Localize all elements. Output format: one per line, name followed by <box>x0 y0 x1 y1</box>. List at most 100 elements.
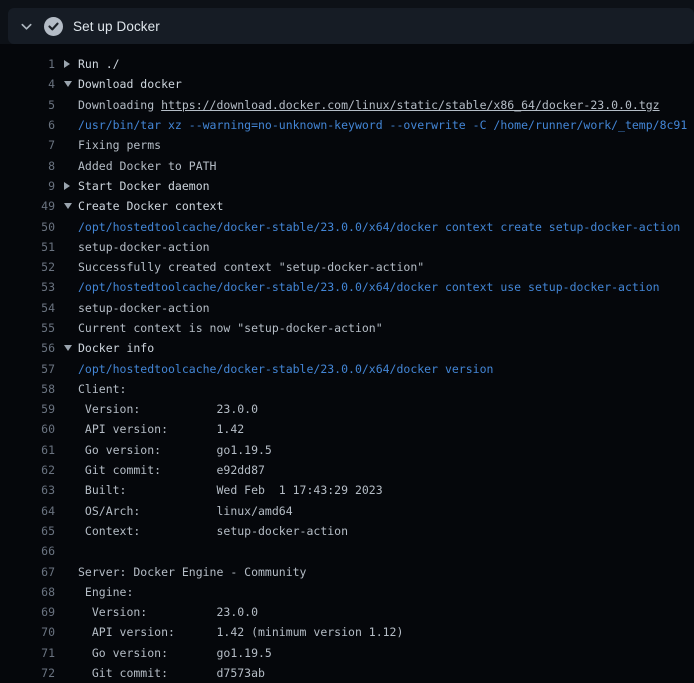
line-number[interactable]: 63 <box>0 483 55 497</box>
log-line: 65 Context: setup-docker-action <box>0 521 694 541</box>
log-text: Git commit: e92dd87 <box>78 463 265 477</box>
log-group-row[interactable]: 49Create Docker context <box>0 196 694 216</box>
log-line: 50/opt/hostedtoolcache/docker-stable/23.… <box>0 216 694 236</box>
log-group-row[interactable]: 4 Download docker <box>0 74 694 94</box>
log-text: Client: <box>78 382 126 396</box>
line-number[interactable]: 67 <box>0 565 55 579</box>
chevron-right-icon[interactable] <box>55 182 78 190</box>
log-line: 52 Successfully created context "setup-do… <box>0 257 694 277</box>
log-line: 64 OS/Arch: linux/amd64 <box>0 501 694 521</box>
step-header[interactable]: Set up Docker <box>8 8 694 44</box>
line-number[interactable]: 50 <box>0 220 55 234</box>
log-text: Fixing perms <box>78 138 161 152</box>
line-number[interactable]: 52 <box>0 260 55 274</box>
log-line: 54 setup-docker-action <box>0 298 694 318</box>
line-number[interactable]: 62 <box>0 463 55 477</box>
chevron-down-icon[interactable] <box>55 203 78 209</box>
step-title: Set up Docker <box>73 19 160 34</box>
line-number[interactable]: 68 <box>0 585 55 599</box>
line-number[interactable]: 1 <box>0 57 55 71</box>
line-number[interactable]: 58 <box>0 382 55 396</box>
log-line: 67 Server: Docker Engine - Community <box>0 561 694 581</box>
log-text: Successfully created context "setup-dock… <box>78 260 424 274</box>
log-group-row[interactable]: 56 Docker info <box>0 338 694 358</box>
log-text: Go version: go1.19.5 <box>78 443 272 457</box>
log-text: Version: 23.0.0 <box>78 402 258 416</box>
line-number[interactable]: 71 <box>0 646 55 660</box>
line-number[interactable]: 54 <box>0 301 55 315</box>
line-number[interactable]: 8 <box>0 159 55 173</box>
line-number[interactable]: 6 <box>0 118 55 132</box>
log-container: 1 Run ./ 4 Download docker 5 Downloading http… <box>0 44 694 683</box>
log-text: Server: Docker Engine - Community <box>78 565 306 579</box>
log-line: 55 Current context is now "setup-docker-a… <box>0 318 694 338</box>
log-line: 62 Git commit: e92dd87 <box>0 460 694 480</box>
line-number[interactable]: 57 <box>0 362 55 376</box>
chevron-down-icon[interactable] <box>55 345 78 351</box>
line-number[interactable]: 53 <box>0 280 55 294</box>
log-command-text: /opt/hostedtoolcache/docker-stable/23.0.… <box>78 280 660 294</box>
log-text: Run ./ <box>78 57 120 71</box>
log-line: 6/usr/bin/tar xz --warning=no-unknown-ke… <box>0 115 694 135</box>
log-text: Go version: go1.19.5 <box>78 646 272 660</box>
log-text: Version: 23.0.0 <box>78 605 258 619</box>
line-number[interactable]: 55 <box>0 321 55 335</box>
line-number[interactable]: 70 <box>0 625 55 639</box>
line-number[interactable]: 5 <box>0 98 55 112</box>
log-line: 8Added Docker to PATH <box>0 155 694 175</box>
log-line: 53/opt/hostedtoolcache/docker-stable/23.… <box>0 277 694 297</box>
log-line: 69 Version: 23.0.0 <box>0 602 694 622</box>
log-line: 70 API version: 1.42 (minimum version 1.… <box>0 622 694 642</box>
log-line: 71 Go version: go1.19.5 <box>0 643 694 663</box>
line-number[interactable]: 7 <box>0 138 55 152</box>
log-text: Git commit: d7573ab <box>78 666 265 680</box>
line-number[interactable]: 66 <box>0 544 55 558</box>
log-text: setup-docker-action <box>78 301 210 315</box>
log-command-text: /usr/bin/tar xz --warning=no-unknown-key… <box>78 118 687 132</box>
log-line: 66 <box>0 541 694 561</box>
line-number[interactable]: 65 <box>0 524 55 538</box>
log-line: 58 Client: <box>0 379 694 399</box>
line-number[interactable]: 56 <box>0 341 55 355</box>
log-text: Download docker <box>78 77 182 91</box>
log-group-row[interactable]: 1 Run ./ <box>0 54 694 74</box>
log-line: 68 Engine: <box>0 582 694 602</box>
chevron-down-icon[interactable] <box>55 81 78 87</box>
line-number[interactable]: 9 <box>0 179 55 193</box>
log-text: Downloading https://download.docker.com/… <box>78 98 660 112</box>
log-text: API version: 1.42 (minimum version 1.12) <box>78 625 403 639</box>
line-number[interactable]: 61 <box>0 443 55 457</box>
line-number[interactable]: 59 <box>0 402 55 416</box>
log-line: 63 Built: Wed Feb 1 17:43:29 2023 <box>0 480 694 500</box>
log-text: Current context is now "setup-docker-act… <box>78 321 383 335</box>
chevron-down-icon[interactable] <box>18 18 34 34</box>
log-text: API version: 1.42 <box>78 422 244 436</box>
log-text: Docker info <box>78 341 154 355</box>
log-text: setup-docker-action <box>78 240 210 254</box>
log-line: 7 Fixing perms <box>0 135 694 155</box>
log-line: 57/opt/hostedtoolcache/docker-stable/23.… <box>0 358 694 378</box>
log-text-segment: Downloading <box>78 98 161 112</box>
chevron-right-icon[interactable] <box>55 60 78 68</box>
workflow-log-page: Set up Docker 1 Run ./ 4 Download docker 5 Do… <box>0 0 694 683</box>
line-number[interactable]: 49 <box>0 199 55 213</box>
line-number[interactable]: 69 <box>0 605 55 619</box>
log-line: 60 API version: 1.42 <box>0 419 694 439</box>
line-number[interactable]: 60 <box>0 422 55 436</box>
log-line: 51 setup-docker-action <box>0 237 694 257</box>
log-link[interactable]: https://download.docker.com/linux/static… <box>161 98 660 112</box>
log-command-text: /opt/hostedtoolcache/docker-stable/23.0.… <box>78 362 493 376</box>
line-number[interactable]: 4 <box>0 77 55 91</box>
line-number[interactable]: 64 <box>0 504 55 518</box>
line-number[interactable]: 51 <box>0 240 55 254</box>
log-line: 5 Downloading https://download.docker.com… <box>0 95 694 115</box>
line-number[interactable]: 72 <box>0 666 55 680</box>
log-line: 72 Git commit: d7573ab <box>0 663 694 683</box>
log-text: Engine: <box>78 585 133 599</box>
log-command-text: /opt/hostedtoolcache/docker-stable/23.0.… <box>78 220 680 234</box>
check-circle-icon <box>44 17 63 36</box>
log-text: Built: Wed Feb 1 17:43:29 2023 <box>78 483 383 497</box>
log-text: Start Docker daemon <box>78 179 210 193</box>
log-group-row[interactable]: 9 Start Docker daemon <box>0 176 694 196</box>
log-line: 59 Version: 23.0.0 <box>0 399 694 419</box>
